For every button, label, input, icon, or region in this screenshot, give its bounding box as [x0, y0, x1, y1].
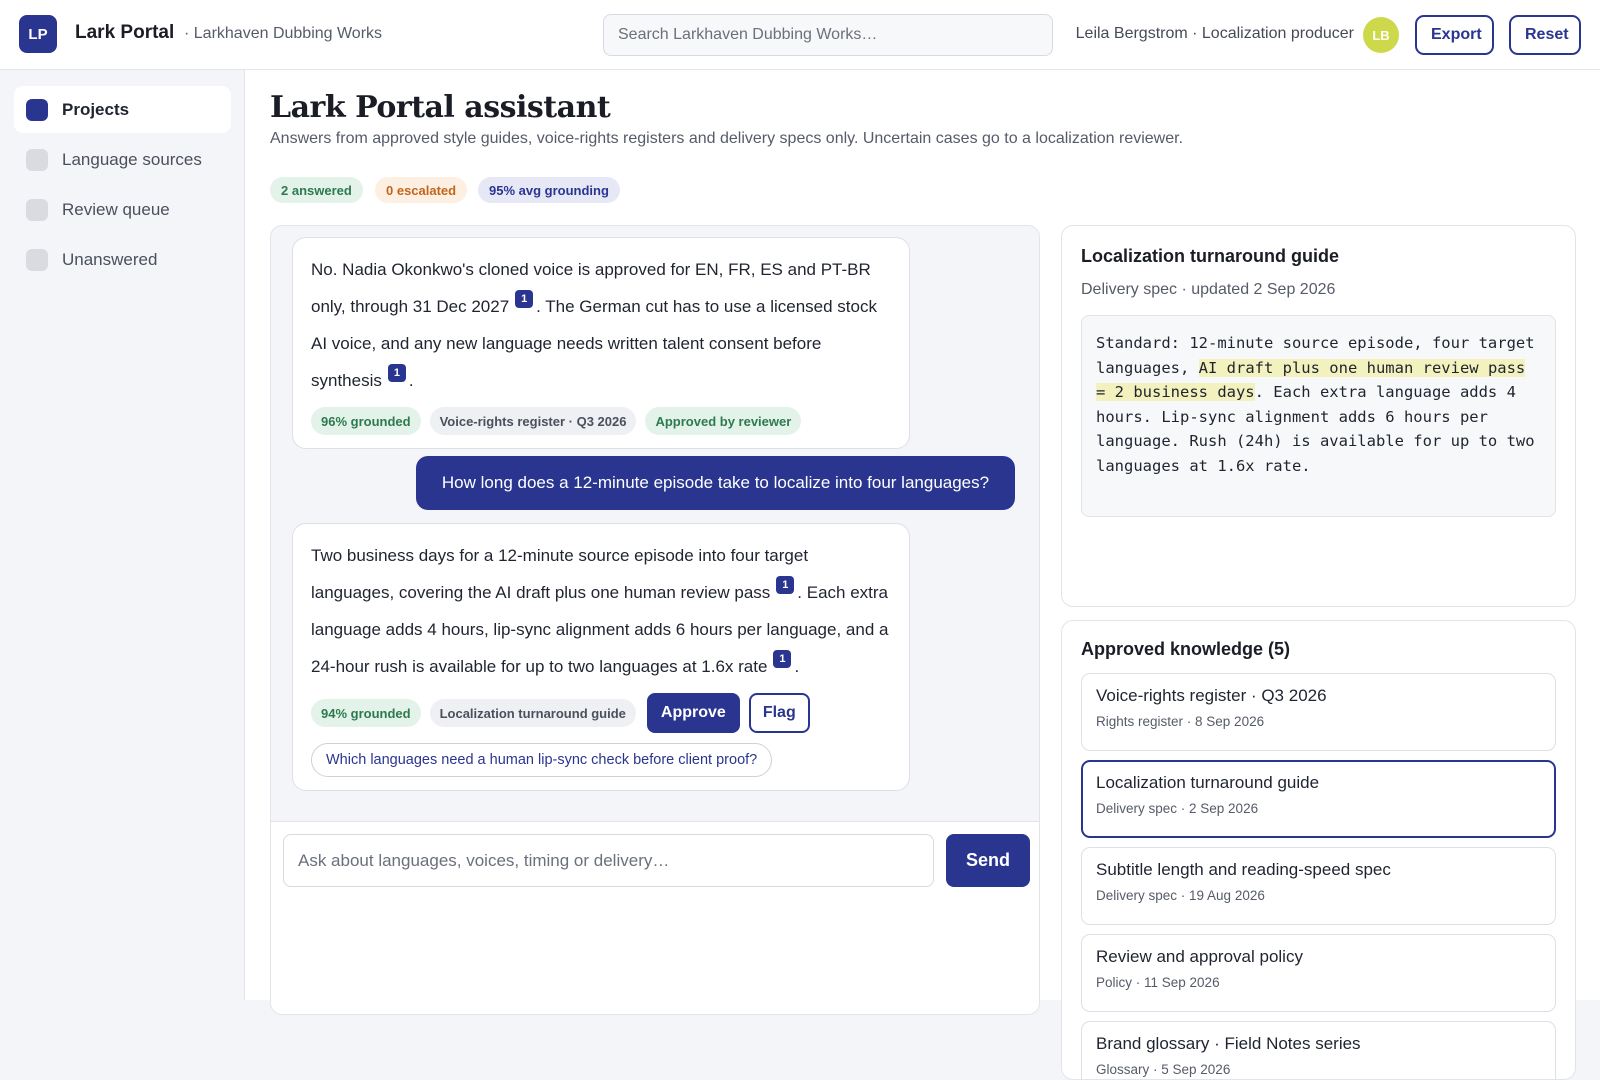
source-chip[interactable]: Voice-rights register · Q3 2026 [429, 407, 637, 435]
chat-input[interactable] [283, 834, 934, 887]
document-excerpt: Standard: 12-minute source episode, four… [1081, 315, 1556, 517]
chat-composer: Send [271, 821, 1039, 1014]
send-button[interactable]: Send [946, 834, 1030, 887]
document-title: Localization turnaround guide [1081, 246, 1339, 266]
unanswered-icon [26, 248, 48, 271]
citation-marker[interactable]: 1 [515, 290, 534, 308]
answered-count-badge: 2 answered [270, 177, 363, 203]
knowledge-item[interactable]: Review and approval policy Policy · 11 S… [1081, 934, 1556, 1012]
status-badge: Approved by reviewer [645, 407, 802, 435]
sidebar-item-label: Unanswered [62, 249, 158, 269]
app-name: Lark Portal [75, 22, 175, 43]
page-title: Lark Portal assistant [270, 90, 611, 125]
sidebar: Projects Language sources Review queue U… [0, 70, 245, 1000]
document-meta: Delivery spec · updated 2 Sep 2026 [1081, 281, 1336, 298]
message-text: No. Nadia Okonkwo's cloned voice is appr… [311, 260, 877, 390]
source-chip[interactable]: Localization turnaround guide [429, 699, 636, 727]
citation-marker[interactable]: 1 [773, 650, 792, 668]
projects-icon [26, 98, 48, 121]
approve-button[interactable]: Approve [646, 693, 740, 733]
knowledge-item[interactable]: Brand glossary · Field Notes series Glos… [1081, 1021, 1556, 1079]
app-logo[interactable]: LP [19, 15, 57, 53]
assistant-message: Two business days for a 12-minute source… [292, 523, 910, 791]
user-message: How long does a 12-minute episode take t… [416, 456, 1015, 510]
sidebar-item-label: Review queue [62, 199, 170, 219]
source-document-panel: Localization turnaround guide Delivery s… [1061, 225, 1576, 607]
sidebar-item-unanswered[interactable]: Unanswered [14, 236, 231, 283]
main-content: Lark Portal assistant Answers from appro… [245, 70, 1600, 1080]
page-subtitle: Answers from approved style guides, voic… [270, 130, 1184, 147]
sidebar-item-language-sources[interactable]: Language sources [14, 136, 231, 183]
avg-grounding-badge: 95% avg grounding [478, 177, 620, 203]
user-label: Leila Bergstrom · Localization producer [1075, 25, 1354, 42]
assistant-message: No. Nadia Okonkwo's cloned voice is appr… [292, 237, 910, 449]
reset-button[interactable]: Reset [1509, 15, 1581, 55]
top-bar: LP Lark Portal · Larkhaven Dubbing Works… [0, 0, 1600, 70]
user-avatar[interactable]: LB [1363, 17, 1399, 53]
message-meta: 96% grounded Voice-rights register · Q3 … [311, 407, 891, 435]
org-name: · Larkhaven Dubbing Works [184, 25, 383, 42]
message-meta: 94% grounded Localization turnaround gui… [311, 693, 891, 733]
flag-button[interactable]: Flag [748, 693, 810, 733]
followup-suggestion[interactable]: Which languages need a human lip-sync ch… [311, 743, 773, 777]
search-input[interactable] [603, 14, 1053, 56]
sidebar-item-label: Projects [62, 99, 130, 119]
knowledge-item[interactable]: Subtitle length and reading-speed spec D… [1081, 847, 1556, 925]
citation-marker[interactable]: 1 [776, 576, 795, 594]
message-text: Two business days for a 12-minute source… [311, 546, 889, 676]
sidebar-item-label: Language sources [62, 149, 202, 169]
language-sources-icon [26, 148, 48, 171]
knowledge-title: Approved knowledge (5) [1081, 639, 1291, 659]
export-button[interactable]: Export [1415, 15, 1494, 55]
knowledge-item-selected[interactable]: Localization turnaround guide Delivery s… [1081, 760, 1556, 838]
citation-marker[interactable]: 1 [387, 364, 406, 382]
grounding-badge: 94% grounded [311, 699, 421, 727]
sidebar-item-projects[interactable]: Projects [14, 86, 231, 133]
review-queue-icon [26, 198, 48, 221]
sidebar-item-review-queue[interactable]: Review queue [14, 186, 231, 233]
grounding-badge: 96% grounded [311, 407, 421, 435]
chat-panel: No. Nadia Okonkwo's cloned voice is appr… [270, 225, 1040, 1015]
escalated-count-badge: 0 escalated [375, 177, 468, 203]
knowledge-item[interactable]: Voice-rights register · Q3 2026 Rights r… [1081, 673, 1556, 751]
approved-knowledge-panel: Approved knowledge (5) Voice-rights regi… [1061, 620, 1576, 1080]
